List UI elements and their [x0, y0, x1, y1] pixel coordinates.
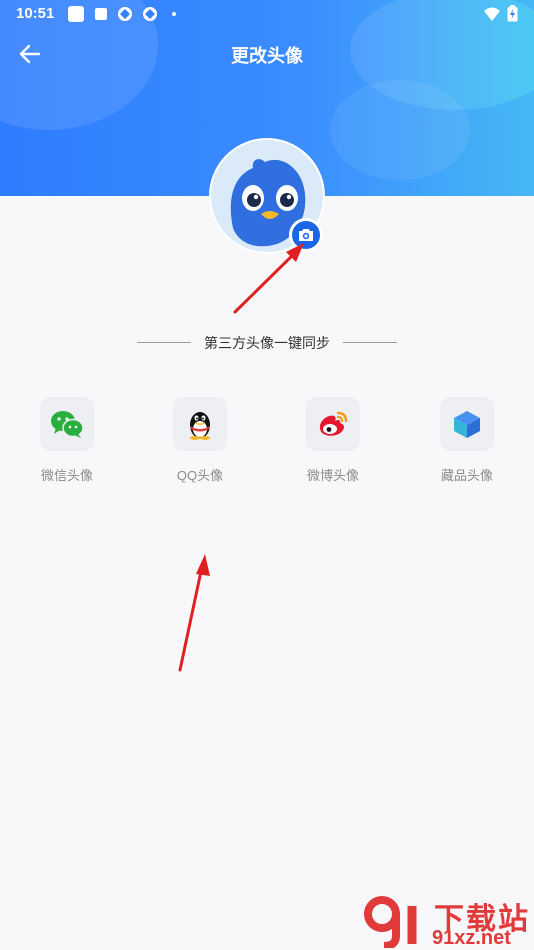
- divider: [343, 342, 397, 343]
- status-time: 10:51: [16, 5, 55, 22]
- status-bar: 10:51: [0, 0, 534, 28]
- arrow-up: [178, 560, 205, 672]
- option-tile[interactable]: [40, 397, 94, 451]
- avatar-container[interactable]: [209, 138, 325, 254]
- arrow-to-camera: [233, 246, 302, 314]
- header-decoration: [330, 80, 470, 180]
- more-notifications-dot: [172, 12, 176, 16]
- wechat-icon: [51, 411, 84, 438]
- weibo-avatar-option[interactable]: 微博头像: [293, 397, 373, 487]
- site-watermark: 下载站 91xz.net: [364, 894, 534, 950]
- battery-icon: [507, 5, 518, 22]
- option-label: 微信头像: [40, 468, 93, 483]
- weibo-icon: [319, 411, 348, 436]
- option-label: QQ头像: [176, 468, 224, 483]
- wechat-avatar-option[interactable]: 微信头像: [27, 397, 107, 487]
- wifi-icon: [484, 7, 500, 21]
- camera-icon: [299, 229, 313, 241]
- sync-heading: 第三方头像一键同步: [204, 335, 330, 351]
- notification-icon: [95, 8, 107, 20]
- sync-status-icon: [118, 7, 132, 21]
- option-tile[interactable]: [306, 397, 360, 451]
- notification-icon: [68, 6, 84, 22]
- third-party-sync-section: 第三方头像一键同步: [137, 333, 397, 353]
- qq-avatar-option[interactable]: QQ头像: [160, 397, 240, 487]
- title-bar: 更改头像: [0, 28, 534, 78]
- watermark-url: 91xz.net: [432, 927, 511, 949]
- option-label: 微博头像: [306, 468, 359, 483]
- option-tile[interactable]: [173, 397, 227, 451]
- qq-icon: [190, 412, 210, 440]
- avatar-source-options: 微信头像 QQ头像 微博头像 藏品头像: [0, 397, 534, 487]
- arrow-head: [196, 554, 210, 576]
- option-label: 藏品头像: [440, 468, 493, 483]
- option-tile[interactable]: [440, 397, 494, 451]
- page-title: 更改头像: [231, 46, 303, 66]
- change-avatar-camera-button[interactable]: [289, 218, 323, 252]
- cube-icon: [454, 411, 480, 438]
- watermark-logo-icon: [364, 896, 417, 948]
- collectible-avatar-option[interactable]: 藏品头像: [427, 397, 507, 487]
- sync-status-icon: [143, 7, 157, 21]
